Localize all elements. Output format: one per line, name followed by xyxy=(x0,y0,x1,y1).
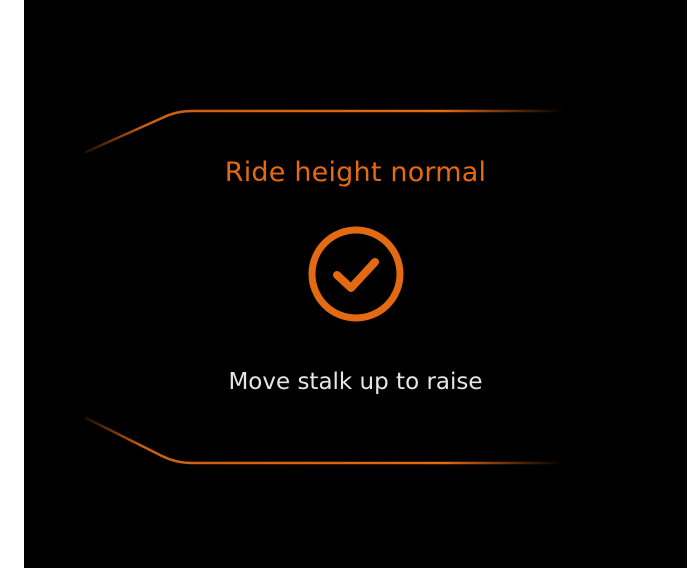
check-mark xyxy=(333,258,379,292)
cluster-display: Ride height normal Move stalk up to rais… xyxy=(24,0,687,568)
top-frame-line xyxy=(84,109,566,154)
bottom-frame-line xyxy=(84,416,566,465)
check-circle-icon xyxy=(306,224,406,324)
notification-subtitle: Move stalk up to raise xyxy=(228,369,483,395)
notification-title: Ride height normal xyxy=(224,157,487,188)
check-circle-ring xyxy=(308,226,404,322)
